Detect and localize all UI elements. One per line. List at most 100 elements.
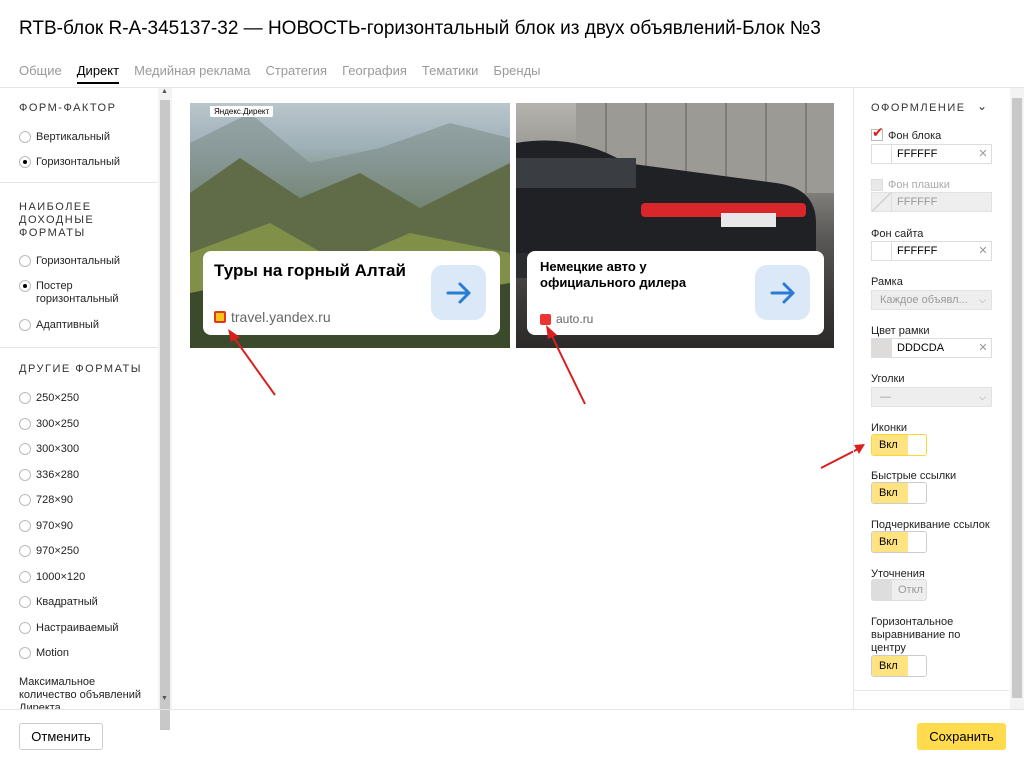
- radio-format-250x250[interactable]: 250×250: [19, 392, 79, 405]
- color-swatch[interactable]: [872, 145, 892, 163]
- scroll-down-icon[interactable]: ▼: [161, 695, 168, 702]
- radio-icon: [19, 545, 31, 557]
- radio-format-custom[interactable]: Настраиваемый: [19, 622, 119, 635]
- radio-icon: [19, 255, 31, 267]
- quick-links-label: Быстрые ссылки: [871, 470, 957, 482]
- horizontal-center-label: Горизонтальное выравнивание по центру: [871, 616, 961, 654]
- annotation-arrow-icon: [546, 325, 586, 405]
- radio-format-728x90[interactable]: 728×90: [19, 494, 73, 507]
- dialog-title: RTB-блок R-A-345137-32 — НОВОСТЬ-горизон…: [19, 18, 821, 39]
- refinements-toggle[interactable]: Откл: [871, 579, 927, 601]
- ad-card-auto[interactable]: Немецкие авто у официального дилера auto…: [516, 103, 834, 348]
- plate-bg-color-input[interactable]: FFFFFF: [871, 192, 992, 212]
- ad-content-box: Туры на горный Алтай travel.yandex.ru: [203, 251, 500, 335]
- radio-format-336x280[interactable]: 336×280: [19, 469, 79, 482]
- radio-vertical[interactable]: Вертикальный: [19, 131, 110, 144]
- clear-icon[interactable]: ✕: [975, 339, 991, 357]
- radio-icon: [19, 131, 31, 143]
- radio-adaptive[interactable]: Адаптивный: [19, 319, 99, 332]
- max-ads-label: Максимальное количество объявлений Дирек…: [19, 676, 142, 709]
- radio-horizontal[interactable]: Горизонтальный: [19, 156, 120, 169]
- scroll-up-icon[interactable]: ▲: [161, 88, 168, 95]
- tab-geography[interactable]: География: [342, 63, 407, 84]
- radio-format-970x250[interactable]: 970×250: [19, 545, 79, 558]
- top-formats-title: НАИБОЛЕЕ ДОХОДНЫЕ ФОРМАТЫ: [19, 201, 95, 239]
- plate-bg-label: Фон плашки: [888, 179, 950, 191]
- left-scrollbar[interactable]: ▲ ▼: [158, 88, 172, 730]
- corners-select[interactable]: — ⌵: [871, 387, 992, 407]
- site-bg-label: Фон сайта: [871, 228, 924, 240]
- go-arrow-button[interactable]: [755, 265, 810, 320]
- color-swatch[interactable]: [872, 242, 892, 260]
- other-formats-title: ДРУГИЕ ФОРМАТЫ: [19, 363, 143, 375]
- right-scrollbar[interactable]: [1010, 88, 1024, 709]
- chevron-down-icon: ⌵: [979, 392, 986, 402]
- radio-format-square[interactable]: Квадратный: [19, 596, 98, 609]
- clear-icon[interactable]: ✕: [975, 242, 991, 260]
- tab-brands[interactable]: Бренды: [493, 63, 540, 84]
- ad-title: Немецкие авто у официального дилера: [540, 259, 687, 290]
- cancel-button[interactable]: Отменить: [19, 723, 103, 750]
- quick-links-toggle[interactable]: Вкл: [871, 482, 927, 504]
- ad-domain: travel.yandex.ru: [214, 309, 331, 325]
- plate-bg-checkbox[interactable]: [871, 179, 883, 191]
- footer-divider: [0, 709, 1024, 710]
- radio-poster-horizontal[interactable]: Постер горизонтальный: [19, 280, 139, 306]
- tab-direct[interactable]: Директ: [76, 63, 120, 84]
- scroll-thumb[interactable]: [1012, 98, 1022, 698]
- check-icon: ✔: [872, 124, 884, 140]
- divider: [0, 347, 158, 348]
- divider: [854, 690, 1009, 691]
- radio-icon: [19, 392, 31, 404]
- chevron-down-icon[interactable]: ⌄: [977, 99, 987, 113]
- format-sidebar: ФОРМ-ФАКТОР Вертикальный Горизонтальный …: [0, 88, 158, 709]
- color-swatch[interactable]: [872, 339, 892, 357]
- link-underline-label: Подчеркивание ссылок: [871, 519, 990, 531]
- frame-select[interactable]: Каждое объявл... ⌵: [871, 290, 992, 310]
- go-arrow-button[interactable]: [431, 265, 486, 320]
- radio-icon: [19, 520, 31, 532]
- annotation-arrow-icon: [228, 329, 276, 396]
- scroll-thumb[interactable]: [160, 100, 170, 730]
- radio-format-970x90[interactable]: 970×90: [19, 520, 73, 533]
- radio-format-1000x120[interactable]: 1000×120: [19, 571, 85, 584]
- radio-icon: [19, 571, 31, 583]
- icons-label: Иконки: [871, 422, 907, 434]
- form-factor-title: ФОРМ-ФАКТОР: [19, 102, 117, 114]
- icons-toggle[interactable]: Вкл: [871, 434, 927, 456]
- arrow-right-icon: [770, 282, 794, 303]
- clear-icon[interactable]: ✕: [975, 145, 991, 163]
- ad-card-travel[interactable]: Яндекс.Директ Туры на горный Алтай trave…: [190, 103, 510, 348]
- tab-strategy[interactable]: Стратегия: [265, 63, 327, 84]
- corners-label: Уголки: [871, 373, 905, 385]
- radio-format-300x300[interactable]: 300×300: [19, 443, 79, 456]
- tab-general[interactable]: Общие: [19, 63, 62, 84]
- radio-icon-selected: [19, 280, 31, 292]
- divider: [0, 182, 158, 183]
- link-underline-toggle[interactable]: Вкл: [871, 531, 927, 553]
- radio-icon: [19, 469, 31, 481]
- favicon-icon: [214, 311, 226, 323]
- tab-media-ads[interactable]: Медийная реклама: [134, 63, 250, 84]
- design-section-title: ОФОРМЛЕНИЕ: [871, 102, 966, 114]
- tab-bar: Общие Директ Медийная реклама Стратегия …: [19, 63, 556, 84]
- frame-color-input[interactable]: DDDCDA ✕: [871, 338, 992, 358]
- yandex-direct-badge: Яндекс.Директ: [210, 106, 274, 117]
- radio-top-horizontal[interactable]: Горизонтальный: [19, 255, 120, 268]
- design-panel: ОФОРМЛЕНИЕ ⌄ ✔ Фон блока FFFFFF ✕ Фон пл…: [853, 88, 1009, 709]
- block-bg-color-input[interactable]: FFFFFF ✕: [871, 144, 992, 164]
- tab-topics[interactable]: Тематики: [422, 63, 479, 84]
- settings-dialog: RTB-блок R-A-345137-32 — НОВОСТЬ-горизон…: [0, 0, 1024, 760]
- frame-label: Рамка: [871, 276, 903, 288]
- radio-format-300x250[interactable]: 300×250: [19, 418, 79, 431]
- site-bg-color-input[interactable]: FFFFFF ✕: [871, 241, 992, 261]
- radio-icon: [19, 319, 31, 331]
- radio-icon: [19, 596, 31, 608]
- arrow-right-icon: [446, 282, 470, 303]
- radio-format-motion[interactable]: Motion: [19, 647, 69, 660]
- save-button[interactable]: Сохранить: [917, 723, 1006, 750]
- frame-color-label: Цвет рамки: [871, 325, 930, 337]
- radio-icon: [19, 494, 31, 506]
- horizontal-center-toggle[interactable]: Вкл: [871, 655, 927, 677]
- block-bg-label: Фон блока: [888, 130, 942, 142]
